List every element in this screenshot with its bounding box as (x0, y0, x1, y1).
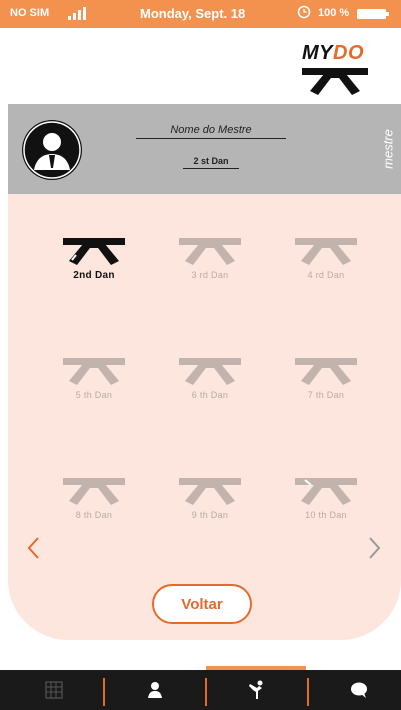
belt-dan-4[interactable]: 4 rd Dan (286, 236, 366, 296)
belt-dan-2[interactable]: 2nd Dan (54, 236, 134, 296)
belt-label: 6 th Dan (191, 390, 229, 400)
nav-item-profile[interactable] (105, 670, 205, 710)
belt-dan-6[interactable]: 6 th Dan (170, 356, 250, 416)
belt-label: 2nd Dan (73, 270, 115, 281)
belt-label: 9 th Dan (191, 510, 229, 520)
battery-percent: 100 % (318, 7, 350, 19)
role-tag: mestre (380, 129, 396, 169)
belt-label: 10 th Dan (305, 510, 347, 520)
back-button[interactable]: Voltar (152, 584, 252, 624)
belt-label: 5 th Dan (75, 390, 113, 400)
belt-icon (295, 478, 357, 505)
belt-icon (295, 238, 357, 265)
dan-selection-panel: 2nd Dan 3 rd Dan 4 rd Dan 5 th Dan 6 th … (8, 194, 401, 640)
master-rank: 2 st Dan (183, 156, 239, 169)
belt-dan-7[interactable]: 7 th Dan (286, 356, 366, 416)
person-icon (148, 682, 162, 698)
grid-icon (45, 681, 63, 699)
belt-icon (295, 358, 357, 385)
belt-icon (179, 478, 241, 505)
belt-dan-10[interactable]: 10 th Dan (286, 476, 366, 536)
master-header: Nome do Mestre 2 st Dan mestre (8, 104, 401, 194)
belt-label: 7 th Dan (307, 390, 345, 400)
nav-item-chat[interactable] (309, 670, 401, 710)
belt-dan-9[interactable]: 9 th Dan (170, 476, 250, 536)
chevron-left-icon[interactable] (26, 536, 42, 560)
avatar-icon[interactable] (20, 118, 84, 182)
app-logo: MYDO (300, 42, 370, 96)
bottom-nav (0, 670, 401, 710)
carrier-label: NO SIM (10, 7, 50, 19)
belt-label: 8 th Dan (75, 510, 113, 520)
martial-arts-icon (249, 680, 263, 699)
belt-label: 4 rd Dan (307, 270, 345, 280)
master-name: Nome do Mestre (136, 124, 286, 139)
nav-item-grid[interactable] (4, 670, 104, 710)
status-date: Monday, Sept. 18 (140, 6, 246, 21)
belt-dan-8[interactable]: 8 th Dan (54, 476, 134, 536)
status-bar: NO SIM Monday, Sept. 18 100 % (0, 0, 401, 28)
belt-dan-5[interactable]: 5 th Dan (54, 356, 134, 416)
belt-icon (63, 478, 125, 505)
belt-icon (63, 238, 125, 265)
belt-icon (179, 358, 241, 385)
logo-text: MYDO (302, 42, 364, 64)
clock-icon (297, 5, 311, 19)
belt-icon (63, 358, 125, 385)
belt-icon (179, 238, 241, 265)
signal-icon (68, 7, 86, 20)
nav-item-martial-arts[interactable] (207, 670, 307, 710)
belt-dan-3[interactable]: 3 rd Dan (170, 236, 250, 296)
chat-icon (351, 682, 367, 698)
belt-label: 3 rd Dan (191, 270, 229, 280)
chevron-right-icon[interactable] (366, 536, 382, 560)
logo-belt-icon (302, 68, 368, 95)
battery-icon (357, 9, 389, 19)
